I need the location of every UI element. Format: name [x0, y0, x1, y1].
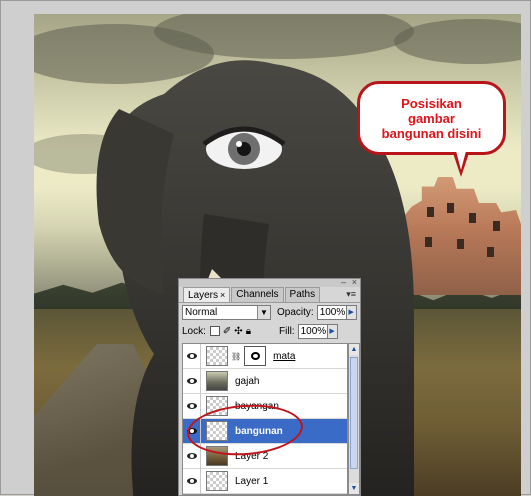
visibility-eye-icon[interactable] — [183, 393, 201, 419]
tab-paths[interactable]: Paths — [284, 287, 321, 302]
ruined-building-image[interactable] — [397, 177, 521, 295]
visibility-eye-icon[interactable] — [183, 468, 201, 494]
layers-scrollbar[interactable]: ▲ ▼ — [348, 343, 360, 495]
layer-row-layer-1[interactable]: Layer 1 — [183, 468, 347, 494]
link-chain-icon[interactable]: ⛓ — [231, 352, 241, 361]
visibility-eye-icon[interactable] — [183, 368, 201, 394]
layer-thumbnail — [206, 471, 228, 491]
panel-tabs: Layers × Channels Paths ▾≡ — [179, 287, 360, 303]
lock-move-icon[interactable]: ✣ — [234, 326, 242, 337]
tab-close-icon[interactable]: × — [220, 290, 225, 300]
layer-row-gajah[interactable]: gajah — [183, 368, 347, 394]
instruction-callout: Posisikan gambar bangunan disini — [357, 81, 506, 155]
app-frame: Posisikan gambar bangunan disini – × Lay… — [0, 0, 531, 496]
tab-channels[interactable]: Channels — [231, 287, 284, 302]
layer-mask-thumbnail[interactable] — [244, 346, 267, 366]
opacity-arrow-icon[interactable]: ▶ — [346, 305, 357, 320]
panel-titlebar[interactable]: – × — [179, 277, 360, 287]
lock-controls: ✐ ✣ 🔒︎ — [209, 326, 251, 337]
layer-thumbnail — [206, 371, 228, 391]
minimize-icon[interactable]: – — [341, 277, 346, 287]
layer-name: Layer 1 — [235, 475, 269, 487]
tab-paths-label: Paths — [289, 289, 316, 300]
lock-all-icon[interactable]: 🔒︎ — [246, 326, 251, 337]
layer-thumbnail — [206, 346, 228, 366]
fill-label: Fill: — [279, 326, 295, 337]
blend-mode-value: Normal — [185, 307, 218, 318]
scrollbar-thumb[interactable] — [350, 357, 358, 469]
tab-layers[interactable]: Layers × — [183, 287, 231, 302]
blend-opacity-row: Normal ▼ Opacity: 100% ▶ — [179, 303, 360, 322]
opacity-field[interactable]: 100% — [316, 305, 347, 320]
lock-brush-icon[interactable]: ✐ — [223, 326, 231, 337]
chevron-down-icon[interactable]: ▼ — [257, 306, 270, 319]
tab-channels-label: Channels — [236, 289, 279, 300]
callout-text: Posisikan gambar bangunan disini — [381, 95, 482, 141]
fill-field[interactable]: 100% — [297, 324, 328, 339]
scroll-down-icon[interactable]: ▼ — [349, 483, 359, 494]
layer-name: gajah — [235, 375, 260, 387]
lock-fill-row: Lock: ✐ ✣ 🔒︎ Fill: 100% ▶ — [179, 322, 360, 341]
panel-menu-icon[interactable]: ▾≡ — [346, 289, 356, 300]
visibility-eye-icon[interactable] — [183, 344, 201, 369]
tab-layers-label: Layers — [188, 290, 219, 301]
layers-panel[interactable]: – × Layers × Channels Paths ▾≡ Normal ▼ O… — [178, 277, 361, 496]
lock-transparency-icon[interactable] — [209, 326, 220, 336]
close-icon[interactable]: × — [352, 277, 357, 287]
scroll-up-icon[interactable]: ▲ — [349, 344, 359, 355]
callout-tail-inner — [456, 151, 466, 170]
fill-arrow-icon[interactable]: ▶ — [327, 324, 338, 339]
opacity-label: Opacity: — [277, 307, 314, 318]
layer-row-mata[interactable]: ⛓ mata — [183, 344, 347, 369]
blend-mode-select[interactable]: Normal ▼ — [182, 305, 271, 320]
lock-label: Lock: — [182, 326, 206, 337]
layer-name: mata — [273, 350, 296, 362]
